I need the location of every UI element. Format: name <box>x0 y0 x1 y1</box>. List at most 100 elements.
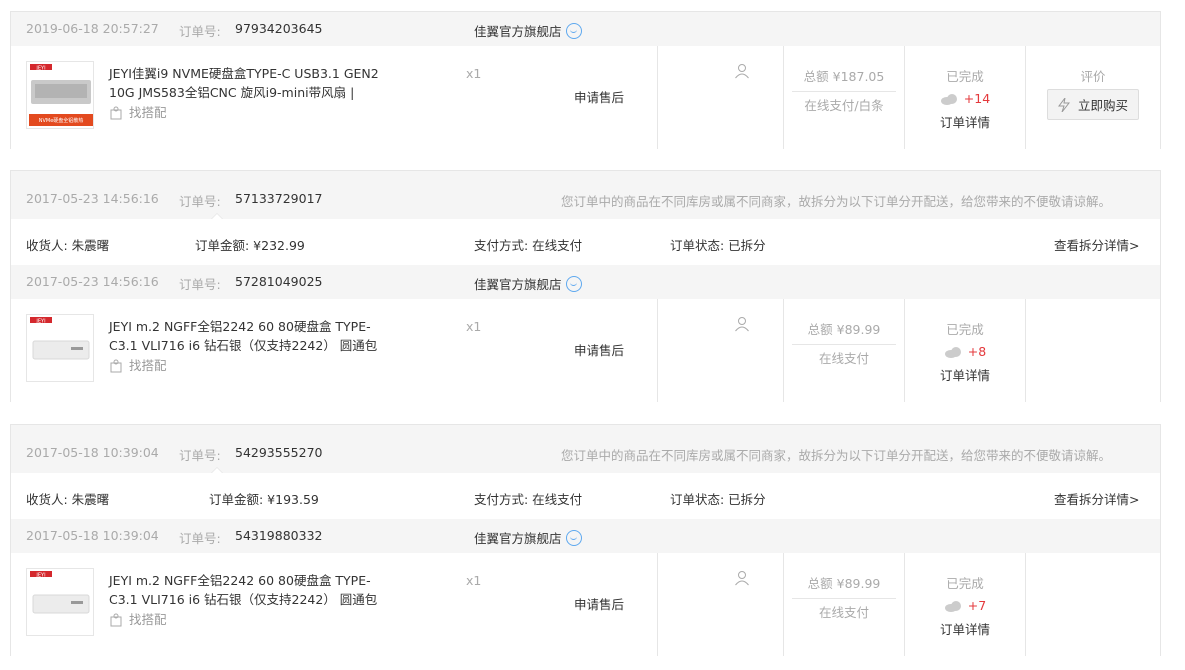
thumb-brand: JEYI <box>35 573 45 579</box>
find-match-link[interactable]: 找搭配 <box>109 609 167 628</box>
payment-method: 在线支付/白条 <box>804 98 884 113</box>
divider <box>1025 553 1026 656</box>
shop-name-label[interactable]: 佳翼官方旗舰店 <box>474 24 562 39</box>
payment-method: 在线支付 <box>818 605 869 620</box>
operation-column: 评价 立即购买 <box>1026 66 1160 120</box>
cloud-icon <box>944 347 961 358</box>
find-match-label[interactable]: 找搭配 <box>129 612 167 627</box>
order-amount: 订单金额: ¥232.99 <box>195 238 305 253</box>
order-number[interactable]: 57133729017 <box>235 191 322 206</box>
order-status: 订单状态: 已拆分 <box>670 492 766 507</box>
order-number-label: 订单号: <box>179 448 221 463</box>
shop-name[interactable]: 佳翼官方旗舰店 <box>474 528 582 547</box>
after-sale-link[interactable]: 申请售后 <box>574 340 624 359</box>
status-column: 已完成 +14 订单详情 <box>905 66 1025 131</box>
user-icon[interactable] <box>734 63 750 79</box>
product-name[interactable]: JEYI m.2 NGFF全铝2242 60 80硬盘盒 TYPE-C3.1 V… <box>109 571 384 609</box>
divider <box>657 299 658 402</box>
receiver: 收货人: 朱震曙 <box>26 238 110 253</box>
order-detail-link[interactable]: 订单详情 <box>905 112 1025 131</box>
order-number[interactable]: 97934203645 <box>235 21 322 36</box>
order-summary: 收货人: 朱震曙 订单金额: ¥232.99 支付方式: 在线支付 订单状态: … <box>11 219 1160 265</box>
order-number[interactable]: 57281049025 <box>235 274 322 289</box>
split-notice: 您订单中的商品在不同库房或属不同商家，故拆分为以下订单分开配送，给您带来的不便敬… <box>561 448 1112 463</box>
order-status: 已完成 <box>946 69 984 84</box>
product-thumbnail[interactable]: JEYI <box>26 314 94 382</box>
tag-icon <box>110 106 122 120</box>
payment-method: 在线支付 <box>818 351 869 366</box>
payment-method: 支付方式: 在线支付 <box>474 238 583 253</box>
find-match-link[interactable]: 找搭配 <box>109 102 167 121</box>
buy-again-button[interactable]: 立即购买 <box>1046 89 1139 120</box>
shop-name[interactable]: 佳翼官方旗舰店 <box>474 274 582 293</box>
order-status: 订单状态: 已拆分 <box>670 238 766 253</box>
item-quantity: x1 <box>466 66 482 81</box>
lightning-icon <box>1057 97 1071 113</box>
product-name[interactable]: JEYI m.2 NGFF全铝2242 60 80硬盘盒 TYPE-C3.1 V… <box>109 317 384 355</box>
order-detail-link[interactable]: 订单详情 <box>905 365 1025 384</box>
order-total: 总额 ¥89.99 <box>807 576 881 591</box>
tag-icon <box>110 613 122 627</box>
product-thumbnail[interactable]: JEYI <box>26 568 94 636</box>
order-time: 2017-05-23 14:56:16 <box>26 274 159 289</box>
order-status: 已完成 <box>946 576 984 591</box>
order-time: 2017-05-23 14:56:16 <box>26 191 159 206</box>
cloud-icon <box>944 601 961 612</box>
amount-column: 总额 ¥89.99 在线支付 <box>784 573 904 621</box>
review-link[interactable]: 评价 <box>1026 66 1160 85</box>
shop-name-label[interactable]: 佳翼官方旗舰店 <box>474 531 562 546</box>
order-card: 2019-06-18 20:57:27 订单号: 97934203645 佳翼官… <box>10 11 1161 149</box>
order-amount: 订单金额: ¥193.59 <box>209 492 319 507</box>
item-quantity: x1 <box>466 319 482 334</box>
after-sale-link[interactable]: 申请售后 <box>574 87 624 106</box>
tag-icon <box>110 359 122 373</box>
find-match-link[interactable]: 找搭配 <box>109 355 167 374</box>
shop-name-label[interactable]: 佳翼官方旗舰店 <box>474 277 562 292</box>
order-number-label: 订单号: <box>179 277 221 292</box>
chat-icon[interactable] <box>565 530 582 546</box>
order-status: 已完成 <box>946 322 984 337</box>
divider <box>1025 299 1026 402</box>
order-total: 总额 ¥187.05 <box>803 69 885 84</box>
status-column: 已完成 +8 订单详情 <box>905 319 1025 384</box>
points-earned: +14 <box>963 91 991 106</box>
product-thumbnail[interactable]: JEYI NVMe硬盘全铝散热 <box>26 61 94 129</box>
order-card: 2017-05-18 10:39:04 订单号: 54293555270 您订单… <box>10 424 1161 656</box>
shop-name[interactable]: 佳翼官方旗舰店 <box>474 21 582 40</box>
product-image[interactable]: JEYI <box>27 569 94 636</box>
sub-order-header: 2017-05-18 10:39:04 订单号: 54319880332 佳翼官… <box>11 519 1160 553</box>
order-time: 2019-06-18 20:57:27 <box>26 21 159 36</box>
split-detail-link[interactable]: 查看拆分详情> <box>1054 235 1139 254</box>
order-number-label: 订单号: <box>179 24 221 39</box>
order-header: 2017-05-23 14:56:16 订单号: 57133729017 您订单… <box>11 171 1160 219</box>
split-detail-link[interactable]: 查看拆分详情> <box>1054 489 1139 508</box>
product-image[interactable]: JEYI <box>27 315 94 382</box>
order-number[interactable]: 54319880332 <box>235 528 322 543</box>
thumb-caption: NVMe硬盘全铝散热 <box>39 117 84 124</box>
points-earned: +7 <box>967 598 987 613</box>
order-number[interactable]: 54293555270 <box>235 445 322 460</box>
find-match-label[interactable]: 找搭配 <box>129 105 167 120</box>
chat-icon[interactable] <box>565 276 582 292</box>
user-icon[interactable] <box>734 316 750 332</box>
order-item-row: JEYI JEYI m.2 NGFF全铝2242 60 80硬盘盒 TYPE-C… <box>11 553 1160 656</box>
receiver: 收货人: 朱震曙 <box>26 492 110 507</box>
divider <box>657 46 658 149</box>
order-card: 2017-05-23 14:56:16 订单号: 57133729017 您订单… <box>10 170 1161 402</box>
divider <box>657 553 658 656</box>
thumb-brand: JEYI <box>35 319 45 325</box>
user-icon[interactable] <box>734 570 750 586</box>
buy-again-label[interactable]: 立即购买 <box>1078 98 1128 113</box>
order-header: 2019-06-18 20:57:27 订单号: 97934203645 佳翼官… <box>11 12 1160 46</box>
find-match-label[interactable]: 找搭配 <box>129 358 167 373</box>
order-number-label: 订单号: <box>179 194 221 209</box>
after-sale-link[interactable]: 申请售后 <box>574 594 624 613</box>
order-number-label: 订单号: <box>179 531 221 546</box>
order-time: 2017-05-18 10:39:04 <box>26 445 159 460</box>
amount-column: 总额 ¥89.99 在线支付 <box>784 319 904 367</box>
amount-column: 总额 ¥187.05 在线支付/白条 <box>784 66 904 114</box>
order-detail-link[interactable]: 订单详情 <box>905 619 1025 638</box>
product-image[interactable]: JEYI NVMe硬盘全铝散热 <box>27 62 94 129</box>
product-name[interactable]: JEYI佳翼i9 NVME硬盘盒TYPE-C USB3.1 GEN2 10G J… <box>109 64 384 102</box>
chat-icon[interactable] <box>565 23 582 39</box>
